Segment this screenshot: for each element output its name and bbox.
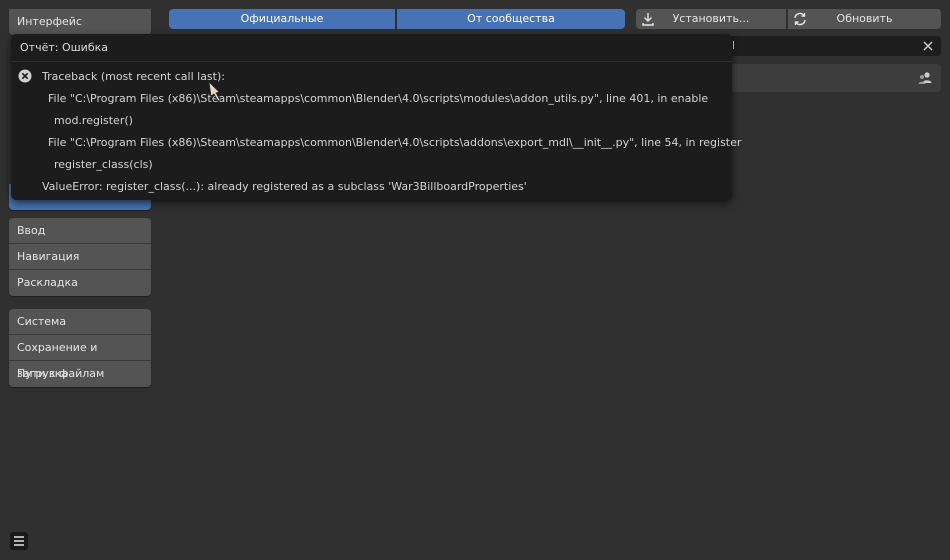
clear-icon[interactable] bbox=[923, 41, 933, 51]
users-icon[interactable] bbox=[917, 70, 933, 86]
traceback-line: mod.register() bbox=[54, 114, 133, 127]
sidebar-item-interface[interactable]: Интерфейс bbox=[9, 9, 151, 35]
menu-icon[interactable] bbox=[10, 532, 28, 550]
sidebar-item-input[interactable]: Ввод bbox=[9, 218, 151, 244]
sidebar-item-system[interactable]: Система bbox=[9, 309, 151, 335]
error-message-line: ValueError: register_class(...): already… bbox=[42, 180, 527, 193]
install-label: Установить... bbox=[672, 12, 750, 25]
search-value: l bbox=[732, 39, 736, 52]
refresh-button[interactable]: Обновить bbox=[788, 9, 941, 29]
install-button[interactable]: Установить... bbox=[636, 9, 786, 29]
popup-divider bbox=[11, 61, 732, 62]
tab-official[interactable]: Официальные bbox=[169, 9, 395, 29]
sidebar-item-file-paths[interactable]: Пути к файлам bbox=[9, 361, 151, 387]
popup-title: Отчёт: Ошибка bbox=[20, 41, 108, 54]
error-icon bbox=[18, 69, 32, 83]
refresh-label: Обновить bbox=[836, 12, 893, 25]
sidebar-group-system: Система Сохранение и загрузка Пути к фай… bbox=[9, 309, 151, 387]
sidebar-item-save-load[interactable]: Сохранение и загрузка bbox=[9, 335, 151, 380]
tab-community[interactable]: От сообщества bbox=[397, 9, 625, 29]
traceback-line: File "C:\Program Files (x86)\Steam\steam… bbox=[48, 136, 742, 149]
error-report-popup: Отчёт: Ошибка Traceback (most recent cal… bbox=[11, 34, 741, 200]
mouse-cursor-icon bbox=[208, 80, 221, 102]
traceback-line: File "C:\Program Files (x86)\Steam\steam… bbox=[48, 92, 709, 105]
sidebar-group-interface: Интерфейс bbox=[9, 9, 151, 35]
sidebar-item-navigation[interactable]: Навигация bbox=[9, 244, 151, 270]
traceback-line: register_class(cls) bbox=[54, 158, 153, 171]
sidebar-item-keymap[interactable]: Раскладка bbox=[9, 270, 151, 296]
sidebar-group-input: Ввод Навигация Раскладка bbox=[9, 218, 151, 296]
traceback-line: Traceback (most recent call last): bbox=[42, 70, 225, 83]
